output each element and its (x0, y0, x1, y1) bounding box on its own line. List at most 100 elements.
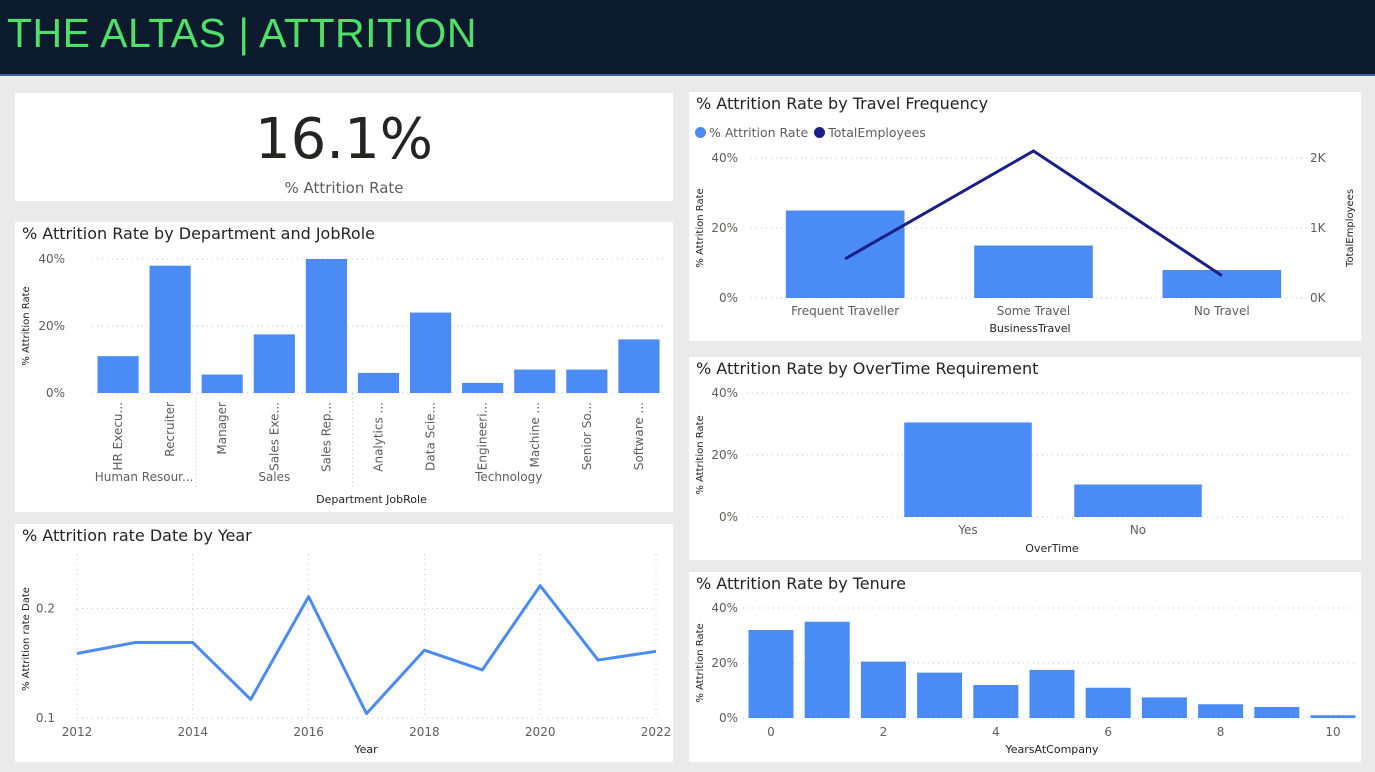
bar (1254, 707, 1300, 718)
y-tick-label: 20% (711, 656, 738, 670)
x-tick-label: Yes (957, 523, 977, 537)
year-chart: 2012 2014 2016 2018 2020 2022 0.1 0.2 % Attritio… (21, 554, 672, 756)
y-tick-label: 0.2 (36, 602, 55, 616)
year-chart-card[interactable]: % Attrition rate Date by Year 2012 2014 20… (15, 524, 673, 762)
x-tick-label: 2014 (178, 725, 209, 739)
y-axis-label: % Attrition Rate (695, 188, 706, 267)
x-axis-label: OverTime (1025, 542, 1079, 555)
x-axis-label: BusinessTravel (989, 322, 1070, 335)
dept-chart-card[interactable]: % Attrition Rate by Department and JobRo… (15, 222, 673, 512)
bar (1141, 697, 1187, 718)
y-tick-label: 20% (711, 448, 738, 462)
x-tick-label: Recruiter (163, 402, 177, 457)
y-tick-label: 40% (711, 386, 738, 400)
x-tick-label: Manager (215, 402, 229, 455)
x-tick-label: Data Scie... (424, 402, 438, 471)
bar (1310, 715, 1356, 718)
y-tick-label: 40% (38, 252, 65, 266)
x-axis-label: Department JobRole (316, 493, 427, 506)
tenure-chart-card[interactable]: % Attrition Rate by Tenure 0% 20% 40%% Att… (689, 572, 1361, 762)
overtime-chart-card[interactable]: % Attrition Rate by OverTime Requirement… (689, 357, 1361, 560)
y2-tick-label: 2K (1310, 151, 1327, 165)
x-tick-label: Analytics ... (372, 402, 386, 472)
y-axis-label: % Attrition Rate (695, 623, 706, 702)
y-tick-label: 40% (711, 601, 738, 615)
bar (917, 672, 963, 718)
travel-chart-card[interactable]: % Attrition Rate by Travel Frequency % A… (689, 92, 1361, 341)
y-tick-label: 20% (711, 221, 738, 235)
x-tick-label: 2016 (293, 725, 324, 739)
y-tick-label: 0% (719, 510, 738, 524)
bar (305, 259, 347, 393)
group-label: Technology (474, 470, 542, 484)
bar (566, 369, 608, 393)
x-tick-label: Sales Rep... (319, 402, 333, 472)
group-label: Human Resour... (95, 470, 194, 484)
y-axis-label: % Attrition Rate (21, 286, 32, 365)
bar (973, 685, 1019, 718)
x-tick-label: 2018 (409, 725, 440, 739)
overtime-chart: 0% 20% 40% % Attrition Rate Yes No OverTime (695, 386, 1349, 555)
y-axis-label: % Attrition rate Date (21, 587, 32, 691)
kpi-value: 16.1% (255, 107, 433, 172)
bar (462, 382, 504, 393)
x-tick-label: 2 (880, 725, 888, 739)
bar (748, 630, 794, 718)
x-tick-label: 2012 (62, 725, 93, 739)
bar (804, 621, 850, 718)
bar (514, 369, 556, 393)
x-tick-label: Software ... (632, 402, 646, 470)
group-label: Sales (258, 470, 290, 484)
x-tick-label: Some Travel (997, 304, 1071, 318)
bar (974, 245, 1093, 298)
travel-chart: 0% 20% 40% 0K 1K 2K % Attrition Rate TotalEmplo… (695, 149, 1356, 335)
y-tick-label: 0.1 (36, 711, 55, 725)
bar (1198, 704, 1244, 718)
bar (785, 210, 905, 298)
y2-tick-label: 1K (1310, 221, 1327, 235)
bar (97, 356, 139, 393)
x-tick-label: No Travel (1194, 304, 1250, 318)
header-bar: THE ALTAS | ATTRITION (0, 0, 1375, 76)
bar (410, 312, 452, 393)
y-tick-label: 20% (38, 319, 65, 333)
x-tick-label: HR Execu... (111, 402, 125, 471)
bar (1029, 669, 1075, 718)
bar (357, 372, 400, 393)
kpi-card[interactable]: 16.1% % Attrition Rate (15, 93, 673, 201)
dept-chart: 0% 20% 40% % Attrition Rate HR Execu... Recru… (21, 252, 665, 506)
y2-tick-label: 0K (1310, 291, 1327, 305)
x-axis-label: YearsAtCompany (1005, 743, 1099, 756)
y-tick-label: 0% (719, 711, 738, 725)
y-axis-label: % Attrition Rate (695, 415, 706, 494)
series-line (76, 584, 657, 716)
bar (904, 422, 1032, 517)
kpi-label: % Attrition Rate (284, 179, 404, 197)
x-tick-label: 2020 (525, 725, 556, 739)
x-axis-label: Year (353, 743, 378, 756)
y-tick-label: 0% (46, 386, 65, 400)
bar (201, 374, 243, 393)
x-tick-label: No (1130, 523, 1146, 537)
y2-axis-label: TotalEmployees (1345, 189, 1356, 268)
x-tick-label: 0 (767, 725, 775, 739)
x-tick-label: 6 (1104, 725, 1112, 739)
bar (860, 661, 906, 718)
x-tick-label: Frequent Traveller (791, 304, 899, 318)
x-tick-label: 4 (992, 725, 1000, 739)
bar (1085, 687, 1131, 718)
y-tick-label: 40% (711, 151, 738, 165)
x-tick-label: Machine ... (528, 402, 542, 468)
x-tick-label: Sales Exe... (267, 402, 281, 471)
x-tick-label: 8 (1217, 725, 1225, 739)
x-tick-label: Engineeri... (476, 402, 490, 470)
x-tick-label: 2022 (641, 725, 672, 739)
dashboard-title: THE ALTAS | ATTRITION (7, 10, 477, 56)
bar (253, 334, 295, 393)
tenure-chart: 0% 20% 40% % Attrition Rate 0 2 4 6 8 10 YearsAtCo… (695, 601, 1356, 756)
x-tick-label: 10 (1325, 725, 1340, 739)
bar (618, 339, 660, 393)
y-tick-label: 0% (719, 291, 738, 305)
bar (149, 265, 191, 393)
bar (1074, 484, 1202, 517)
